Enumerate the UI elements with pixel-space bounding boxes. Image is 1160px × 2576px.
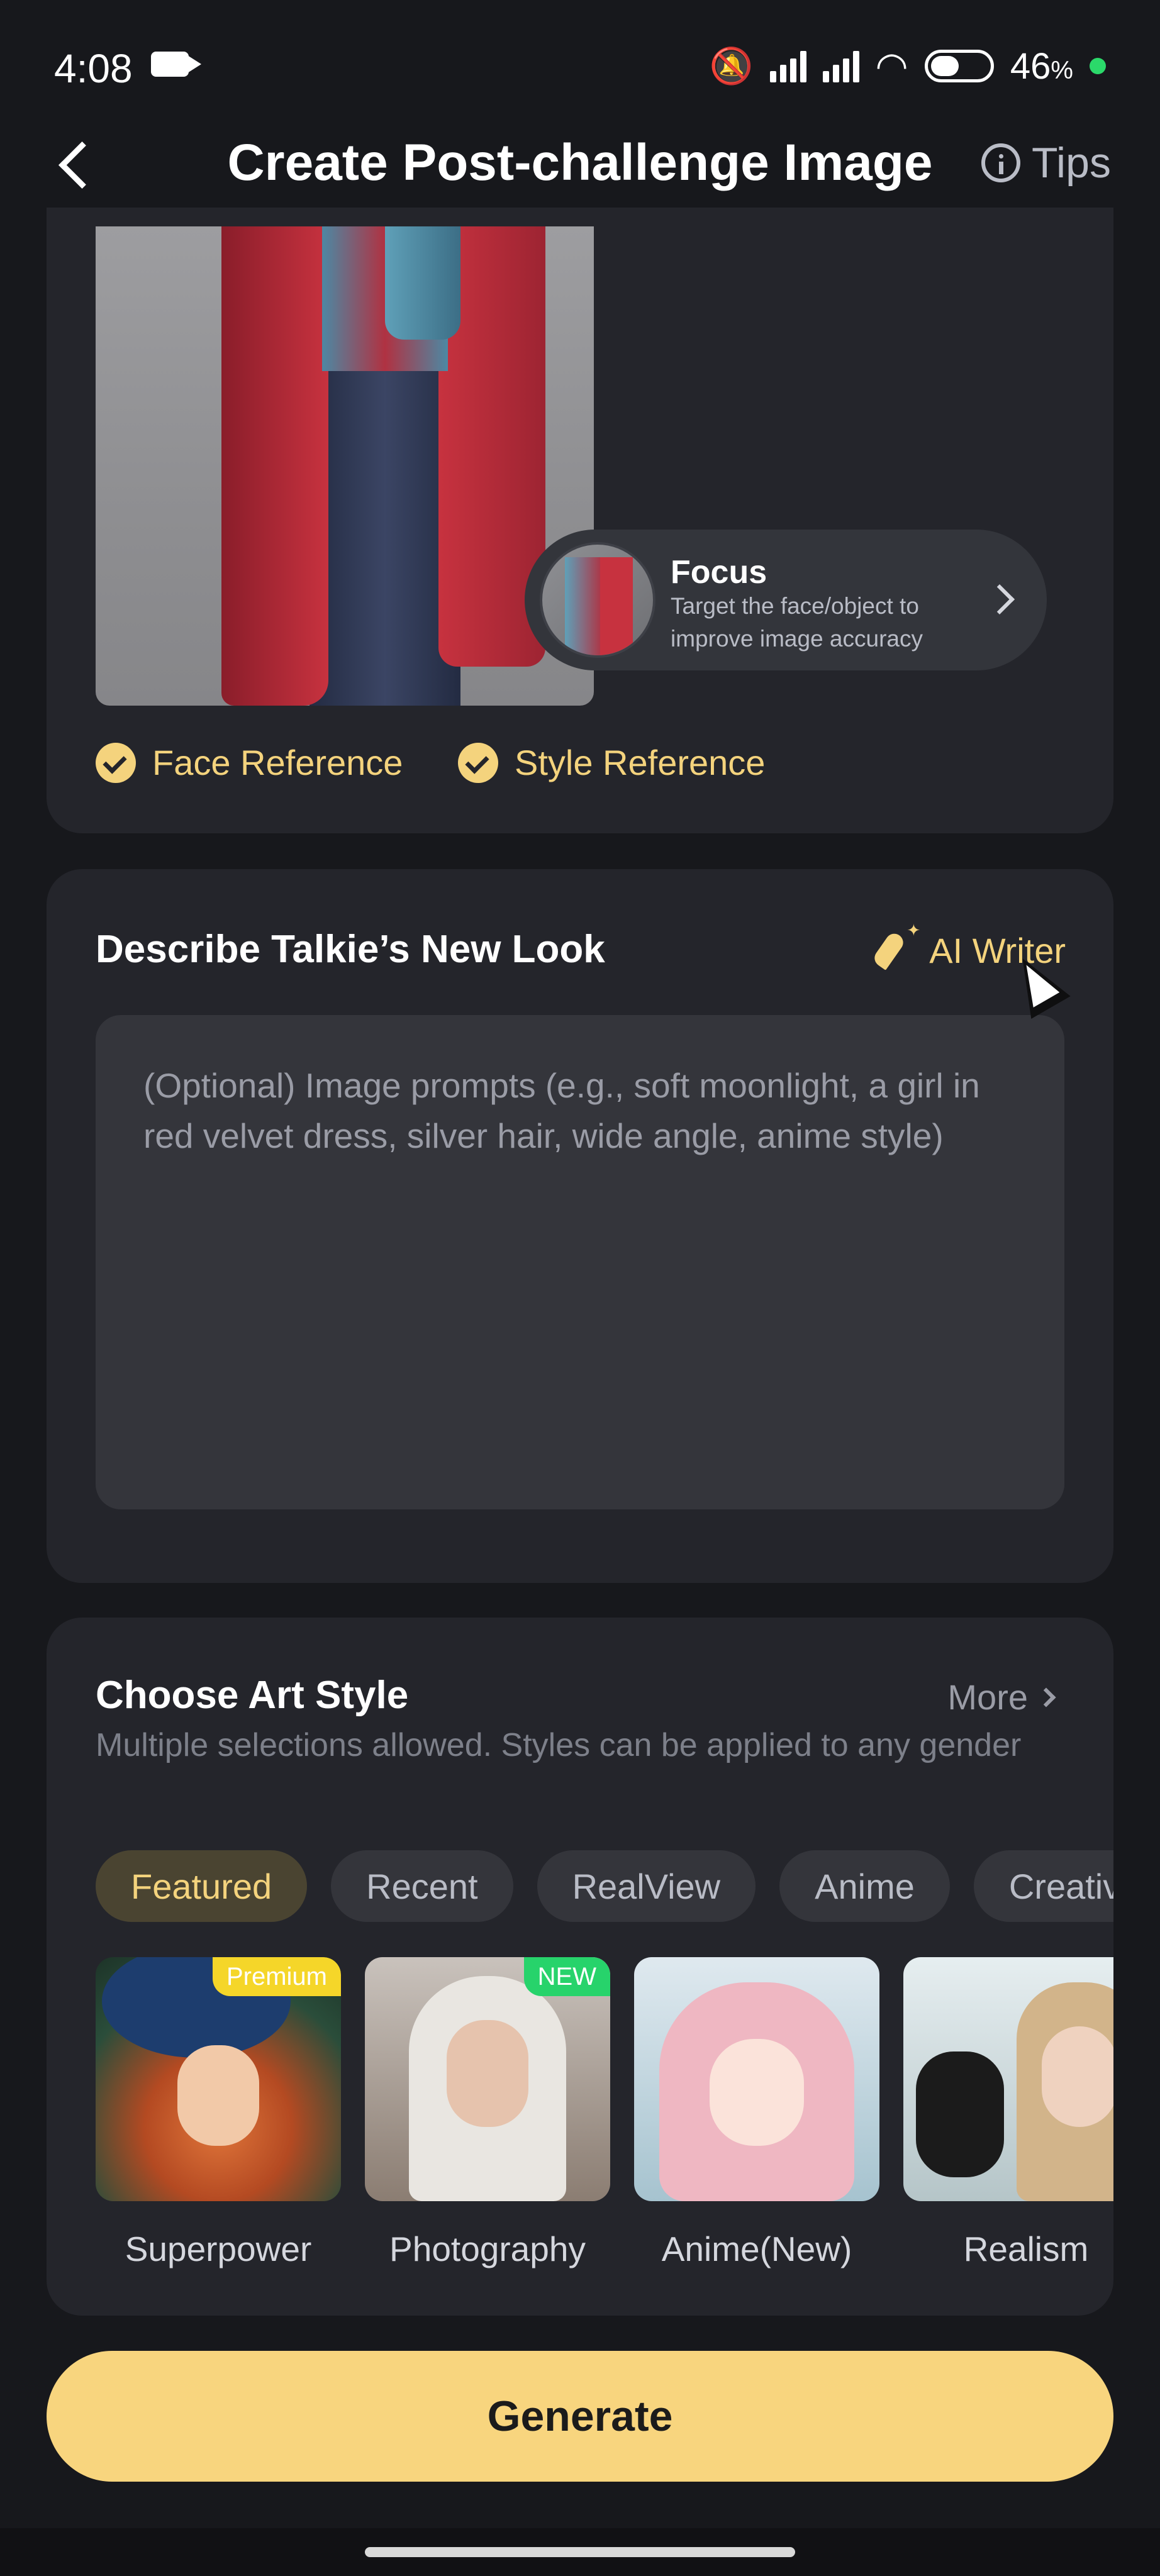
style-item-superpower[interactable]: Premium Superpower: [96, 1957, 341, 2269]
check-icon: [96, 742, 136, 783]
tab-recent[interactable]: Recent: [331, 1850, 513, 1922]
describe-title: Describe Talkie’s New Look: [96, 928, 605, 971]
wifi-icon: ◠: [875, 45, 908, 87]
more-label: More: [947, 1677, 1028, 1717]
style-gallery: Premium Superpower NEW Photography Anime…: [96, 1957, 1113, 2297]
focus-thumbnail: [540, 542, 655, 658]
style-thumbnail: [903, 1957, 1113, 2201]
battery-level: 46%: [1010, 45, 1073, 87]
style-reference-toggle[interactable]: Style Reference: [458, 742, 765, 783]
status-icons: 🔕 ◠ 46%: [710, 44, 1106, 88]
face-reference-toggle[interactable]: Face Reference: [96, 742, 403, 783]
tips-button[interactable]: Tips: [981, 138, 1111, 187]
more-styles-button[interactable]: More: [947, 1677, 1056, 1718]
signal-icon-2: [822, 50, 859, 82]
style-item-realism[interactable]: Realism: [903, 1957, 1113, 2269]
generate-button[interactable]: Generate: [47, 2351, 1113, 2482]
status-time: 4:08: [54, 46, 133, 91]
feather-pen-icon: [873, 921, 920, 971]
style-label: Anime(New): [661, 2229, 852, 2268]
tab-featured[interactable]: Featured: [96, 1850, 308, 1922]
home-indicator[interactable]: [365, 2547, 795, 2557]
style-item-anime-new[interactable]: Anime(New): [634, 1957, 879, 2269]
style-item-photography[interactable]: NEW Photography: [365, 1957, 610, 2269]
tab-creative[interactable]: Creative: [973, 1850, 1113, 1922]
style-tabs: Featured Recent RealView Anime Creative: [96, 1850, 1113, 1922]
face-reference-label: Face Reference: [152, 743, 403, 782]
style-reference-label: Style Reference: [515, 743, 766, 782]
chevron-right-icon: [1036, 1687, 1056, 1707]
prompt-placeholder: (Optional) Image prompts (e.g., soft moo…: [143, 1066, 980, 1155]
battery-icon: [924, 50, 994, 82]
check-icon: [458, 742, 498, 783]
style-label: Superpower: [125, 2229, 312, 2268]
premium-badge: Premium: [212, 1957, 341, 1996]
tab-anime[interactable]: Anime: [779, 1850, 950, 1922]
style-thumbnail: Premium: [96, 1957, 341, 2201]
mute-icon: 🔕: [709, 46, 754, 86]
new-badge: NEW: [523, 1957, 610, 1996]
reference-photo[interactable]: [96, 226, 594, 706]
style-label: Photography: [389, 2229, 586, 2268]
focus-subtitle: Target the face/object to improve image …: [671, 593, 923, 652]
privacy-indicator-icon: [1090, 58, 1106, 74]
style-thumbnail: NEW: [365, 1957, 610, 2201]
focus-title: Focus: [671, 554, 767, 591]
style-label: Realism: [963, 2229, 1089, 2268]
video-recording-icon: [151, 52, 201, 77]
info-icon: [981, 143, 1021, 182]
signal-icon: [769, 50, 806, 82]
tab-realview[interactable]: RealView: [537, 1850, 756, 1922]
art-style-title: Choose Art Style: [96, 1674, 409, 1717]
tips-label: Tips: [1032, 139, 1111, 187]
prompt-textarea[interactable]: (Optional) Image prompts (e.g., soft moo…: [96, 1015, 1064, 1509]
style-thumbnail: [634, 1957, 879, 2201]
art-style-description: Multiple selections allowed. Styles can …: [96, 1727, 1022, 1763]
